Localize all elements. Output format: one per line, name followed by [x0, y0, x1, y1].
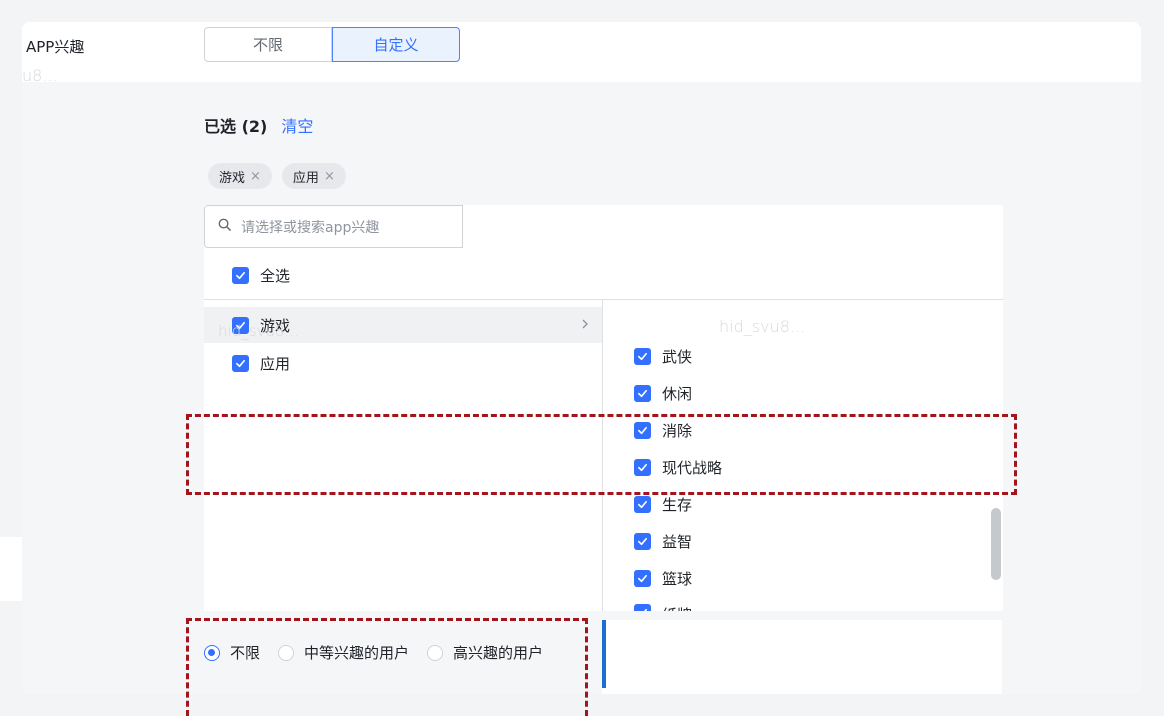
tag-apps: 应用 ×	[281, 163, 346, 189]
close-icon[interactable]: ×	[324, 169, 335, 184]
clear-link[interactable]: 清空	[281, 113, 313, 137]
watermark: hid_svu8...	[719, 317, 806, 336]
selected-tags: 游戏 × 应用 ×	[208, 163, 346, 189]
segment-unlimited-button[interactable]: 不限	[204, 27, 332, 62]
category-item-apps[interactable]: 应用	[204, 345, 602, 381]
checkbox-checked-icon	[634, 569, 651, 587]
tag-games: 游戏 ×	[208, 163, 272, 189]
interest-level-radio-group: 不限 中等兴趣的用户 高兴趣的用户	[204, 642, 561, 663]
sub-item[interactable]: 消除	[634, 419, 692, 441]
column-divider	[602, 300, 603, 611]
sub-item[interactable]: 纸牌	[634, 604, 692, 611]
checkbox-checked-icon	[232, 354, 249, 372]
checkbox-checked-icon	[232, 267, 249, 284]
targeting-card: APP兴趣 u8... 不限 自定义 已选 (2) 清空 游戏 × 应用 × 全…	[22, 22, 1141, 694]
watermark: hid_svu8...	[218, 322, 299, 340]
radio-unselected-icon	[278, 644, 295, 661]
sub-item-label: 现代战略	[662, 458, 723, 477]
header-divider	[204, 299, 1003, 300]
interest-mode-segmented: 不限 自定义	[204, 27, 460, 62]
selected-count-label: 已选 (2)	[204, 117, 268, 136]
watermark: u8...	[22, 66, 58, 85]
sub-item-label: 益智	[662, 532, 693, 551]
select-all-label: 全选	[260, 267, 291, 285]
checkbox-checked-icon	[634, 458, 651, 476]
search-icon	[218, 218, 231, 231]
sub-item-label: 生存	[662, 495, 693, 514]
search-box	[204, 205, 463, 248]
radio-unselected-icon	[427, 644, 444, 661]
search-input[interactable]	[239, 215, 463, 241]
sub-item[interactable]: 武侠	[634, 345, 692, 367]
radio-selected-icon	[204, 644, 220, 661]
checkbox-checked-icon	[634, 532, 651, 550]
sub-item-label: 纸牌	[662, 604, 692, 611]
checkbox-checked-icon	[634, 604, 651, 611]
category-item-games[interactable]: 游戏 hid_svu8...	[204, 307, 602, 343]
interest-picker-panel: 全选 游戏 hid_svu8... 应用 hid_svu8... 武侠 休闲 消…	[204, 205, 1003, 611]
radio-label: 高兴趣的用户	[453, 644, 544, 662]
info-accent-bar	[602, 620, 606, 688]
radio-label: 不限	[230, 644, 261, 662]
radio-unlimited[interactable]: 不限	[204, 642, 260, 663]
category-label: 应用	[260, 354, 291, 373]
app-interest-label: APP兴趣	[26, 38, 85, 56]
sub-item[interactable]: 现代战略	[634, 456, 722, 478]
checkbox-checked-icon	[634, 384, 651, 402]
segment-custom-button[interactable]: 自定义	[332, 27, 460, 62]
tag-label: 应用	[292, 170, 319, 186]
checkbox-checked-icon	[634, 347, 651, 365]
sub-item-label: 篮球	[662, 569, 693, 588]
sub-item[interactable]: 篮球	[634, 567, 692, 589]
selected-summary: 已选 (2) 清空	[204, 113, 313, 137]
scrollbar-thumb[interactable]	[991, 508, 1001, 580]
close-icon[interactable]: ×	[250, 169, 261, 184]
sub-item[interactable]: 益智	[634, 530, 692, 552]
radio-label: 中等兴趣的用户	[304, 644, 410, 662]
sub-item-label: 休闲	[662, 384, 693, 403]
select-all-checkbox[interactable]: 全选	[232, 265, 290, 286]
radio-medium-interest[interactable]: 中等兴趣的用户	[278, 642, 409, 663]
sub-item[interactable]: 休闲	[634, 382, 692, 404]
sub-item-label: 消除	[662, 421, 693, 440]
tag-label: 游戏	[219, 170, 246, 186]
checkbox-checked-icon	[634, 421, 651, 439]
sub-item[interactable]: 生存	[634, 493, 692, 515]
radio-high-interest[interactable]: 高兴趣的用户	[427, 642, 543, 663]
checkbox-checked-icon	[634, 495, 651, 513]
chevron-right-icon	[582, 319, 588, 329]
info-box	[602, 620, 1002, 694]
sub-item-label: 武侠	[662, 347, 693, 366]
